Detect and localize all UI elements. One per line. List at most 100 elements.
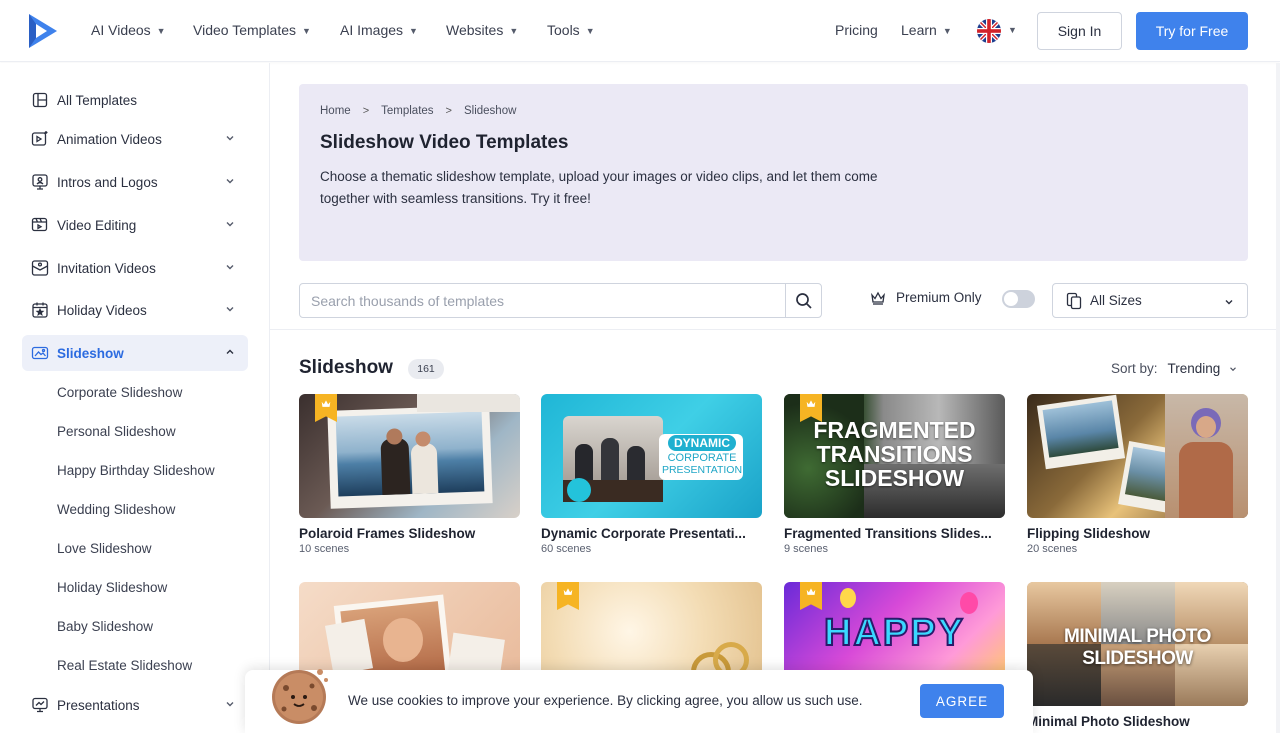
sign-in-button[interactable]: Sign In: [1037, 12, 1122, 50]
chevron-up-icon: [226, 349, 234, 354]
search-icon: [795, 292, 812, 309]
template-thumbnail[interactable]: [1027, 394, 1248, 518]
premium-only-toggle[interactable]: [1002, 290, 1035, 308]
search-button[interactable]: [785, 284, 821, 317]
template-card[interactable]: DYNAMIC CORPORATE PRESENTATION Dynamic C…: [541, 394, 762, 555]
chevron-down-icon: [1230, 366, 1237, 371]
sort-value: Trending: [1167, 361, 1221, 376]
nav-label: Video Templates: [193, 22, 296, 38]
sidebar-item-label: Invitation Videos: [57, 260, 156, 276]
template-title[interactable]: Dynamic Corporate Presentati...: [541, 526, 762, 541]
sidebar-item-intros-and-logos[interactable]: Intros and Logos: [22, 164, 248, 200]
nav-label: Tools: [547, 22, 580, 38]
chevron-down-icon: [226, 307, 234, 312]
caret-down-icon: ▼: [585, 26, 595, 36]
brand-logo-icon[interactable]: [26, 12, 60, 50]
sidebar-item-label: Intros and Logos: [57, 174, 158, 190]
chevron-down-icon: [226, 179, 234, 184]
nav-pricing[interactable]: Pricing: [835, 22, 878, 38]
sidebar-subitem-wedding-slideshow[interactable]: Wedding Slideshow: [57, 502, 175, 517]
sidebar-item-holiday-videos[interactable]: Holiday Videos: [22, 292, 248, 328]
sidebar-item-slideshow[interactable]: Slideshow: [22, 335, 248, 371]
nav-ai-videos[interactable]: AI Videos ▼: [91, 22, 166, 38]
sidebar-item-video-editing[interactable]: Video Editing: [22, 207, 248, 243]
sidebar-subitem-real-estate-slideshow[interactable]: Real Estate Slideshow: [57, 658, 192, 673]
scrollbar[interactable]: [1276, 63, 1280, 733]
caret-down-icon: ▼: [302, 26, 311, 36]
template-title[interactable]: Fragmented Transitions Slides...: [784, 526, 1005, 541]
nav-label: Websites: [446, 22, 504, 38]
template-scene-count: 10 scenes: [299, 543, 350, 555]
chevron-down-icon: [226, 265, 234, 270]
caret-down-icon: ▼: [942, 26, 952, 36]
search-input[interactable]: [300, 284, 786, 317]
template-card[interactable]: MINIMAL PHOTO SLIDESHOW Minimal Photo Sl…: [1027, 582, 1248, 729]
slideshow-icon: [31, 344, 49, 362]
sidebar-subitem-personal-slideshow[interactable]: Personal Slideshow: [57, 424, 176, 439]
thumbnail-overlay-text: SLIDESHOW: [824, 465, 965, 491]
uk-flag-icon[interactable]: [977, 19, 1001, 43]
presentation-icon: [31, 696, 49, 714]
nav-websites[interactable]: Websites ▼: [446, 22, 518, 38]
sidebar-subitem-happy-birthday-slideshow[interactable]: Happy Birthday Slideshow: [57, 463, 215, 478]
sort-label: Sort by:: [1111, 361, 1158, 376]
sidebar-item-label: Slideshow: [57, 345, 124, 361]
sidebar-subitem-corporate-slideshow[interactable]: Corporate Slideshow: [57, 385, 182, 400]
sidebar-item-presentations[interactable]: Presentations: [22, 687, 248, 723]
template-card[interactable]: Polaroid Frames Slideshow 10 scenes: [299, 394, 520, 555]
sidebar-item-invitation-videos[interactable]: Invitation Videos: [22, 250, 248, 286]
cookie-banner: We use cookies to improve your experienc…: [245, 669, 1033, 733]
thumbnail-overlay-text: HAPPY: [823, 611, 965, 655]
cookie-icon: [270, 664, 330, 724]
template-thumbnail[interactable]: [299, 394, 520, 518]
nav-label: Learn: [901, 22, 937, 38]
search-box: [299, 283, 822, 318]
breadcrumb: Home > Templates > Slideshow: [320, 105, 516, 117]
animation-icon: [31, 130, 49, 148]
sidebar-item-all-templates[interactable]: All Templates: [22, 82, 248, 118]
sizes-dropdown[interactable]: All Sizes: [1052, 283, 1248, 318]
sidebar-item-label: Animation Videos: [57, 131, 162, 147]
sidebar-subitem-love-slideshow[interactable]: Love Slideshow: [57, 541, 152, 556]
premium-only-filter: Premium Only: [870, 290, 982, 305]
cookie-agree-button[interactable]: AGREE: [920, 684, 1004, 718]
sort-control[interactable]: Sort by: Trending: [1111, 361, 1238, 376]
sidebar-item-label: Presentations: [57, 697, 140, 713]
template-thumbnail[interactable]: DYNAMIC CORPORATE PRESENTATION: [541, 394, 762, 518]
thumbnail-overlay-text: MINIMAL PHOTO SLIDESHOW: [1064, 626, 1211, 669]
sidebar-item-label: Holiday Videos: [57, 302, 147, 318]
nav-video-templates[interactable]: Video Templates ▼: [193, 22, 311, 38]
template-thumbnail[interactable]: FRAGMENTED TRANSITIONS SLIDESHOW: [784, 394, 1005, 518]
caret-down-icon: ▼: [156, 26, 166, 36]
sidebar: All Templates Animation Videos Intros an…: [0, 63, 270, 733]
nav-tools[interactable]: Tools ▼: [547, 22, 595, 38]
template-title[interactable]: Minimal Photo Slideshow: [1027, 714, 1248, 729]
cookie-message: We use cookies to improve your experienc…: [348, 693, 863, 708]
section-title: Slideshow: [299, 357, 393, 378]
sidebar-subitem-baby-slideshow[interactable]: Baby Slideshow: [57, 619, 153, 634]
nav-label: AI Images: [340, 22, 404, 38]
nav-learn[interactable]: Learn ▼: [901, 22, 952, 38]
crown-icon: [871, 291, 885, 305]
thumbnail-overlay-text: DYNAMIC: [668, 435, 736, 451]
template-scene-count: 9 scenes: [784, 543, 829, 555]
template-title[interactable]: Polaroid Frames Slideshow: [299, 526, 520, 541]
template-thumbnail[interactable]: MINIMAL PHOTO SLIDESHOW: [1027, 582, 1248, 706]
template-scene-count: 60 scenes: [541, 543, 592, 555]
language-caret-icon[interactable]: ▼: [1008, 25, 1017, 35]
template-card[interactable]: FRAGMENTED TRANSITIONS SLIDESHOW Fragmen…: [784, 394, 1005, 555]
sidebar-subitem-holiday-slideshow[interactable]: Holiday Slideshow: [57, 580, 167, 595]
toggle-knob: [1004, 292, 1018, 306]
hero-banner: Home > Templates > Slideshow Slideshow V…: [299, 84, 1248, 261]
chevron-right-icon: >: [362, 105, 370, 117]
template-title[interactable]: Flipping Slideshow: [1027, 526, 1248, 541]
page-description: Choose a thematic slideshow template, up…: [320, 169, 878, 206]
try-for-free-button[interactable]: Try for Free: [1136, 12, 1248, 50]
sizes-icon: [1066, 292, 1082, 309]
breadcrumb-templates[interactable]: Templates: [381, 105, 433, 117]
thumbnail-overlay-text: PRESENTATION: [661, 464, 743, 476]
template-card[interactable]: Flipping Slideshow 20 scenes: [1027, 394, 1248, 555]
breadcrumb-home[interactable]: Home: [320, 105, 351, 117]
sidebar-item-animation-videos[interactable]: Animation Videos: [22, 121, 248, 157]
nav-ai-images[interactable]: AI Images ▼: [340, 22, 418, 38]
